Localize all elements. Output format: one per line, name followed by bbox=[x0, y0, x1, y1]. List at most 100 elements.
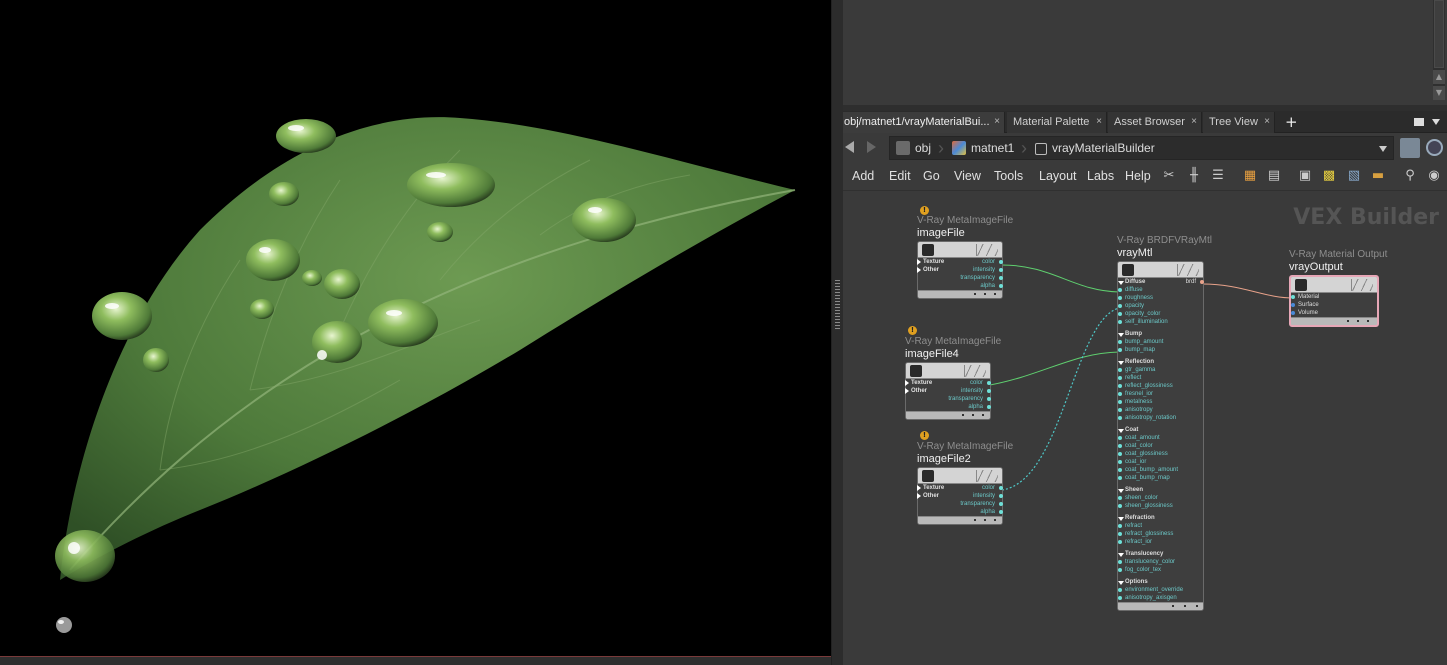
sticky-note-icon[interactable]: ▩ bbox=[1321, 168, 1337, 184]
breadcrumb-vraymaterialbuilder[interactable]: vrayMaterialBuilder bbox=[1035, 137, 1155, 159]
param-group-header[interactable]: Diffuse brdf bbox=[1118, 278, 1204, 286]
node-body[interactable]: Texture color Other intensity transparency… bbox=[917, 241, 1003, 299]
port-dot[interactable] bbox=[1118, 496, 1122, 500]
param-group-header[interactable]: Coat bbox=[1118, 426, 1203, 434]
param-row[interactable]: metalness bbox=[1118, 398, 1203, 406]
port-row[interactable]: Material bbox=[1291, 293, 1377, 301]
param-row[interactable]: gtr_gamma bbox=[1118, 366, 1203, 374]
node-flags[interactable] bbox=[976, 244, 998, 256]
param-row[interactable]: refract_glossiness bbox=[1118, 530, 1203, 538]
tab-material-palette[interactable]: Material Palette × bbox=[1007, 112, 1107, 133]
splitter-grip[interactable] bbox=[835, 280, 840, 330]
param-group-header[interactable]: Translucency bbox=[1118, 550, 1203, 558]
port-dot[interactable] bbox=[1118, 320, 1122, 324]
port-dot[interactable] bbox=[1118, 408, 1122, 412]
warning-icon[interactable]: ! bbox=[908, 326, 917, 335]
expand-triangle-icon[interactable] bbox=[905, 380, 909, 386]
port-row[interactable]: Volume bbox=[1291, 309, 1377, 317]
tab-close-icon[interactable]: × bbox=[1191, 112, 1197, 132]
port-dot[interactable] bbox=[999, 260, 1003, 264]
port-dot[interactable] bbox=[1118, 312, 1122, 316]
expand-triangle-icon[interactable] bbox=[917, 259, 921, 265]
port-dot[interactable] bbox=[1118, 436, 1122, 440]
node-body[interactable]: Diffuse brdf diffuse roughness opacity opacit… bbox=[1117, 261, 1204, 611]
port-row[interactable]: Surface bbox=[1291, 301, 1377, 309]
port-dot[interactable] bbox=[1118, 416, 1122, 420]
param-row[interactable]: reflect bbox=[1118, 374, 1203, 382]
port-dot[interactable] bbox=[1118, 288, 1122, 292]
param-row[interactable]: translucency_color bbox=[1118, 558, 1203, 566]
wrench-icon[interactable]: ✂ bbox=[1161, 168, 1177, 184]
port-dot[interactable] bbox=[1118, 452, 1122, 456]
port-dot[interactable] bbox=[999, 486, 1003, 490]
port-dot[interactable] bbox=[1118, 348, 1122, 352]
port-dot[interactable] bbox=[1118, 468, 1122, 472]
port-dot[interactable] bbox=[1291, 311, 1295, 315]
port-dot[interactable] bbox=[1118, 444, 1122, 448]
color-palette-icon[interactable]: ▦ bbox=[1242, 168, 1258, 184]
menu-edit[interactable]: Edit bbox=[889, 169, 911, 183]
param-row[interactable]: fog_color_tex bbox=[1118, 566, 1203, 574]
port-row[interactable]: alpha bbox=[906, 403, 991, 411]
breadcrumb-matnet1[interactable]: matnet1 bbox=[952, 137, 1014, 159]
back-arrow-icon[interactable] bbox=[845, 141, 854, 153]
port-row[interactable]: transparency bbox=[918, 500, 1003, 508]
menu-tools[interactable]: Tools bbox=[994, 169, 1023, 183]
tab-tree-view[interactable]: Tree View × bbox=[1203, 112, 1275, 133]
port-row[interactable]: alpha bbox=[918, 282, 1003, 290]
port-dot[interactable] bbox=[1118, 476, 1122, 480]
network-box-icon[interactable]: ▣ bbox=[1297, 168, 1313, 184]
warning-icon[interactable]: ! bbox=[920, 431, 929, 440]
port-dot[interactable] bbox=[999, 510, 1003, 514]
scroll-up-arrow-icon[interactable]: ▲ bbox=[1433, 70, 1445, 84]
port-row[interactable]: Texture color bbox=[917, 258, 1003, 266]
port-dot[interactable] bbox=[1118, 532, 1122, 536]
menu-view[interactable]: View bbox=[954, 169, 981, 183]
port-dot[interactable] bbox=[999, 268, 1003, 272]
param-row[interactable]: environment_override bbox=[1118, 586, 1203, 594]
render-viewport[interactable] bbox=[0, 0, 831, 656]
warning-icon[interactable]: ! bbox=[920, 206, 929, 215]
port-dot[interactable] bbox=[1200, 280, 1204, 284]
port-dot[interactable] bbox=[1118, 392, 1122, 396]
node-imagefile2[interactable]: V-Ray MetaImageFile imageFile2 Texture co… bbox=[917, 441, 1013, 525]
menu-layout[interactable]: Layout bbox=[1039, 169, 1077, 183]
tab-close-icon[interactable]: × bbox=[1096, 112, 1102, 132]
node-body[interactable]: Texture color Other intensity transparency… bbox=[905, 362, 991, 420]
node-imagefile4[interactable]: V-Ray MetaImageFile imageFile4 Texture co… bbox=[905, 336, 1001, 420]
param-row[interactable]: anisotropy_axisgen bbox=[1118, 594, 1203, 602]
expand-triangle-icon[interactable] bbox=[905, 388, 909, 394]
port-dot[interactable] bbox=[1291, 295, 1295, 299]
param-row[interactable]: diffuse bbox=[1118, 286, 1203, 294]
port-dot[interactable] bbox=[1118, 376, 1122, 380]
param-row[interactable]: reflect_glossiness bbox=[1118, 382, 1203, 390]
port-row[interactable]: Other intensity bbox=[917, 266, 1003, 274]
param-row[interactable]: coat_color bbox=[1118, 442, 1203, 450]
port-dot[interactable] bbox=[1118, 540, 1122, 544]
param-row[interactable]: opacity bbox=[1118, 302, 1203, 310]
param-row[interactable]: coat_bump_map bbox=[1118, 474, 1203, 482]
port-row[interactable]: Other intensity bbox=[917, 492, 1003, 500]
param-row[interactable]: fresnel_ior bbox=[1118, 390, 1203, 398]
param-row[interactable]: coat_bump_amount bbox=[1118, 466, 1203, 474]
port-row[interactable]: Texture color bbox=[917, 484, 1003, 492]
collapse-triangle-icon[interactable] bbox=[1118, 553, 1124, 557]
pin-pane-icon[interactable] bbox=[1400, 138, 1420, 158]
top-pane-scrollbar[interactable]: ▲ ▼ bbox=[1433, 0, 1445, 100]
node-body-selected[interactable]: Material Surface Volume bbox=[1289, 275, 1379, 327]
port-dot[interactable] bbox=[1118, 304, 1122, 308]
param-row[interactable]: anisotropy_rotation bbox=[1118, 414, 1203, 422]
node-imagefile[interactable]: V-Ray MetaImageFile imageFile Texture col… bbox=[917, 215, 1013, 299]
port-dot[interactable] bbox=[1118, 368, 1122, 372]
add-tab-icon[interactable]: + bbox=[1285, 112, 1298, 132]
port-row[interactable]: transparency bbox=[906, 395, 991, 403]
node-vraymtl[interactable]: V-Ray BRDFVRayMtl vrayMtl Diffuse brdf dif… bbox=[1117, 235, 1212, 611]
preview-icon[interactable]: ◉ bbox=[1426, 168, 1442, 184]
param-row[interactable]: coat_amount bbox=[1118, 434, 1203, 442]
breadcrumb-obj[interactable]: obj bbox=[896, 137, 931, 159]
tab-close-icon[interactable]: × bbox=[994, 112, 1000, 132]
collapse-triangle-icon[interactable] bbox=[1118, 581, 1124, 585]
port-dot[interactable] bbox=[1118, 340, 1122, 344]
port-row[interactable]: Texture color bbox=[905, 379, 991, 387]
param-row[interactable]: refract_ior bbox=[1118, 538, 1203, 546]
